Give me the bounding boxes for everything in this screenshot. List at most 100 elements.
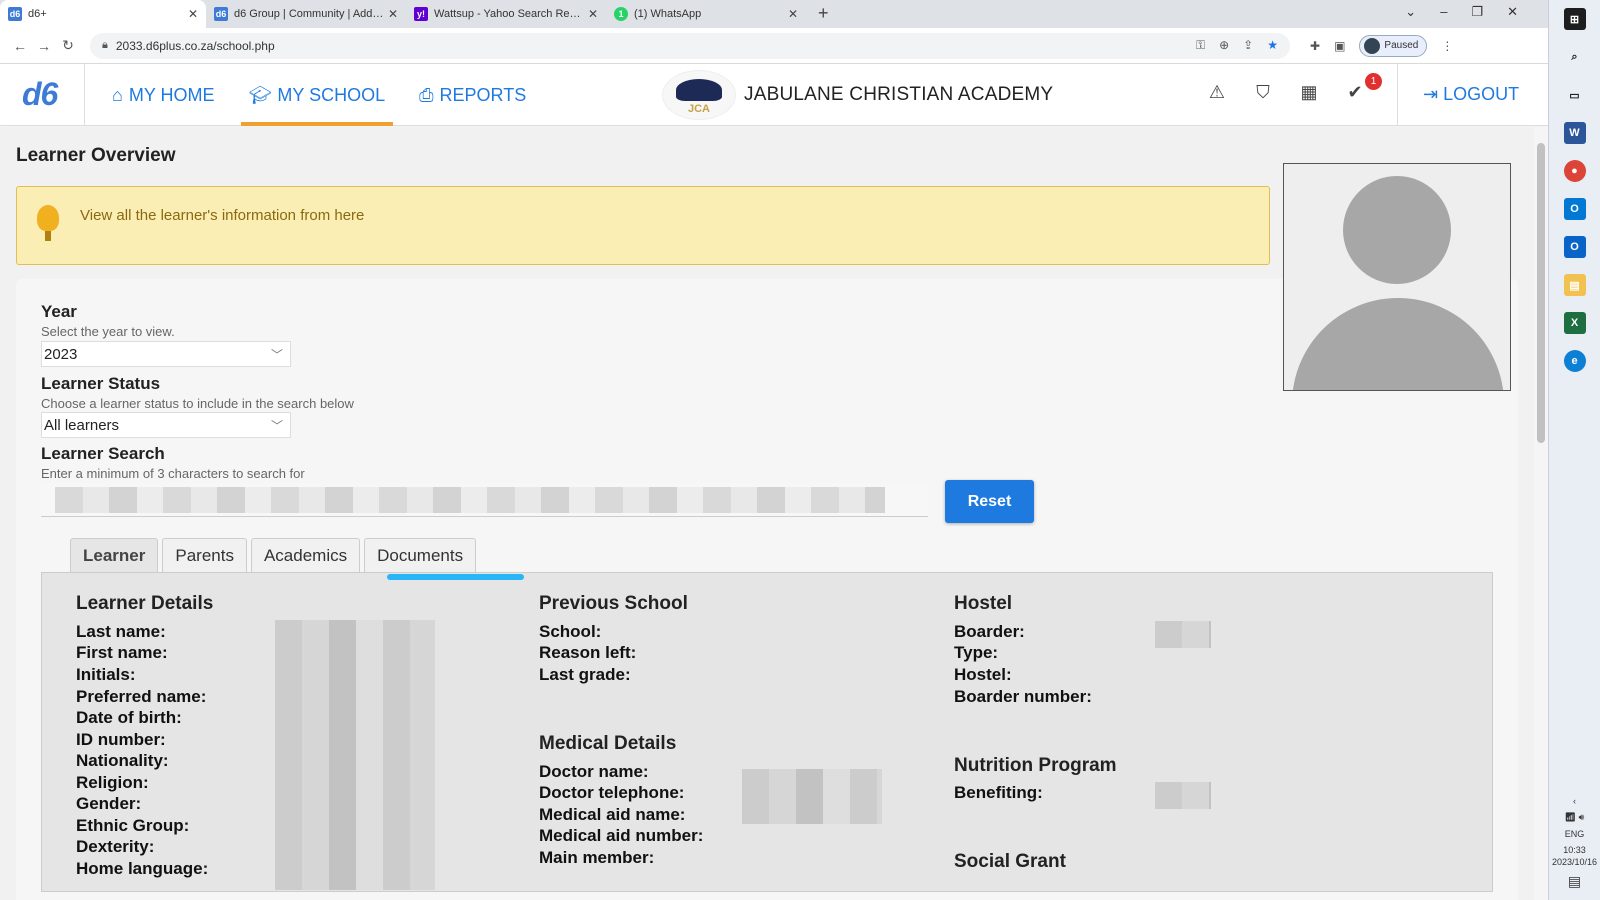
- field-label: First name:: [76, 643, 168, 662]
- tasks-check-icon[interactable]: ✔ 1: [1344, 73, 1382, 103]
- lock-icon[interactable]: 🔒︎: [102, 39, 108, 52]
- outlook-icon[interactable]: O: [1563, 198, 1586, 220]
- close-tab-icon[interactable]: ✕: [788, 7, 798, 21]
- logout-icon: ⇥: [1423, 84, 1439, 104]
- clock-date[interactable]: 2023/10/16: [1549, 857, 1600, 867]
- tab-learner[interactable]: Learner: [70, 538, 159, 572]
- extensions-icon[interactable]: ✚: [1310, 39, 1320, 53]
- share-icon[interactable]: ⇪: [1243, 38, 1253, 53]
- windows-start-icon[interactable]: ⊞: [1563, 8, 1586, 30]
- field-label: Type:: [954, 643, 999, 662]
- year-label: Year: [41, 302, 77, 321]
- tab-parents[interactable]: Parents: [162, 538, 247, 572]
- scrollbar-thumb[interactable]: [1537, 143, 1545, 443]
- chevron-down-icon: ﹀: [270, 419, 283, 433]
- redacted-learner-values: [275, 620, 435, 890]
- tab-academics[interactable]: Academics: [250, 538, 361, 572]
- new-tab-button[interactable]: +: [818, 3, 829, 24]
- shield-icon[interactable]: ⛉: [1252, 82, 1274, 103]
- info-banner: View all the learner's information from …: [16, 186, 1270, 265]
- browser-tab-yahoo[interactable]: y! Wattsup - Yahoo Search Results ✕: [406, 0, 606, 28]
- browser-tab-bar: d6 d6+ ✕ d6 d6 Group | Community | Add T…: [0, 0, 1548, 28]
- file-explorer-icon[interactable]: ▤: [1563, 274, 1586, 296]
- field-label: Last grade:: [539, 665, 631, 684]
- browser-tab-whatsapp[interactable]: 1 (1) WhatsApp ✕: [606, 0, 806, 28]
- profile-status: Paused: [1384, 40, 1419, 51]
- close-tab-icon[interactable]: ✕: [188, 7, 198, 21]
- tab-search-icon[interactable]: ⌄: [1405, 4, 1416, 20]
- printer-icon: ⎙: [419, 84, 434, 105]
- zoom-icon[interactable]: ⊕: [1219, 38, 1229, 53]
- profile-button[interactable]: Paused: [1359, 34, 1428, 57]
- field-label: Ethnic Group:: [76, 816, 190, 835]
- info-message: View all the learner's information from …: [80, 207, 365, 224]
- calendar-icon[interactable]: ▦: [1298, 82, 1320, 103]
- learner-search-input[interactable]: [41, 483, 928, 517]
- browser-tab-d6[interactable]: d6 d6+ ✕: [0, 0, 206, 28]
- redacted-search-value: [55, 487, 885, 513]
- learner-status-label: Learner Status: [41, 374, 161, 393]
- bookmark-star-icon[interactable]: ★: [1267, 38, 1278, 53]
- reset-button[interactable]: Reset: [945, 480, 1034, 523]
- close-tab-icon[interactable]: ✕: [588, 7, 598, 21]
- avatar: [1364, 37, 1381, 54]
- learner-search-hint: Enter a minimum of 3 characters to searc…: [41, 466, 305, 481]
- tree-icon: [676, 79, 722, 101]
- graduation-cap-icon: 🎓︎: [248, 84, 272, 105]
- back-icon[interactable]: ←: [8, 38, 32, 54]
- clock-time[interactable]: 10:33: [1549, 845, 1600, 855]
- url-input[interactable]: 🔒︎ 2033.d6plus.co.za/school.php ⚿ ⊕ ⇪ ★: [90, 32, 1290, 59]
- school-logo: JCA: [662, 70, 736, 120]
- task-view-icon[interactable]: ▭: [1564, 84, 1586, 106]
- chevron-left-icon[interactable]: ‹: [1549, 796, 1600, 806]
- divider: [1397, 64, 1398, 126]
- tab-documents[interactable]: Documents: [364, 538, 477, 572]
- nav-my-school[interactable]: 🎓︎ MY SCHOOL: [240, 64, 394, 126]
- page-scrollbar[interactable]: [1534, 127, 1548, 900]
- key-icon[interactable]: ⚿: [1196, 38, 1205, 53]
- browser-tab-d6-community[interactable]: d6 d6 Group | Community | Add To... ✕: [206, 0, 406, 28]
- divider: [84, 64, 85, 126]
- restore-icon[interactable]: ❐: [1471, 4, 1483, 20]
- forward-icon[interactable]: →: [32, 38, 56, 54]
- close-tab-icon[interactable]: ✕: [388, 7, 398, 21]
- school-name: JABULANE CHRISTIAN ACADEMY: [744, 84, 1054, 105]
- edge-icon[interactable]: e: [1563, 350, 1586, 372]
- field-label: Main member:: [539, 848, 655, 867]
- field-label: Boarder:: [954, 622, 1025, 641]
- field-label: ID number:: [76, 730, 166, 749]
- d6-logo[interactable]: d6: [22, 76, 58, 113]
- reload-icon[interactable]: ↻: [56, 37, 80, 54]
- lightbulb-icon: [37, 205, 59, 241]
- tab-title: (1) WhatsApp: [634, 8, 702, 20]
- redacted-medical-values: [742, 769, 882, 824]
- chrome-icon[interactable]: ●: [1563, 160, 1586, 182]
- year-select[interactable]: 2023 ﹀: [41, 341, 291, 367]
- field-label: Hostel:: [954, 665, 1012, 684]
- search-icon[interactable]: ⌕: [1564, 46, 1586, 68]
- learner-status-select[interactable]: All learners ﹀: [41, 412, 291, 438]
- tab-title: d6+: [28, 8, 47, 20]
- side-panel-icon[interactable]: ▣: [1334, 39, 1345, 53]
- chevron-down-icon: ﹀: [270, 348, 283, 362]
- minimize-icon[interactable]: –: [1440, 4, 1447, 20]
- notifications-icon[interactable]: ▤: [1549, 873, 1600, 890]
- language-indicator[interactable]: ENG: [1549, 829, 1600, 839]
- nav-reports[interactable]: ⎙ REPORTS: [411, 64, 534, 126]
- wifi-volume-icon[interactable]: 📶︎ 🔊︎: [1549, 812, 1600, 823]
- nav-my-home[interactable]: ⌂ MY HOME: [104, 64, 223, 126]
- system-tray: ‹ 📶︎ 🔊︎ ENG 10:33 2023/10/16 ▤: [1549, 790, 1600, 890]
- outlook-icon[interactable]: O: [1563, 236, 1586, 258]
- word-icon[interactable]: W: [1563, 122, 1586, 144]
- redacted-benefiting-value: [1155, 782, 1211, 809]
- home-icon: ⌂: [112, 84, 123, 105]
- learner-photo-placeholder: [1283, 163, 1511, 391]
- browser-menu-icon[interactable]: ⋮: [1441, 39, 1453, 53]
- excel-icon[interactable]: X: [1563, 312, 1586, 334]
- warning-icon[interactable]: ⚠: [1206, 82, 1228, 103]
- close-window-icon[interactable]: ✕: [1507, 4, 1518, 20]
- logout-button[interactable]: ⇥ LOGOUT: [1423, 84, 1519, 105]
- tab-title: Wattsup - Yahoo Search Results: [434, 8, 584, 20]
- nav-label: MY SCHOOL: [277, 84, 386, 105]
- medical-details-heading: Medical Details: [539, 733, 677, 754]
